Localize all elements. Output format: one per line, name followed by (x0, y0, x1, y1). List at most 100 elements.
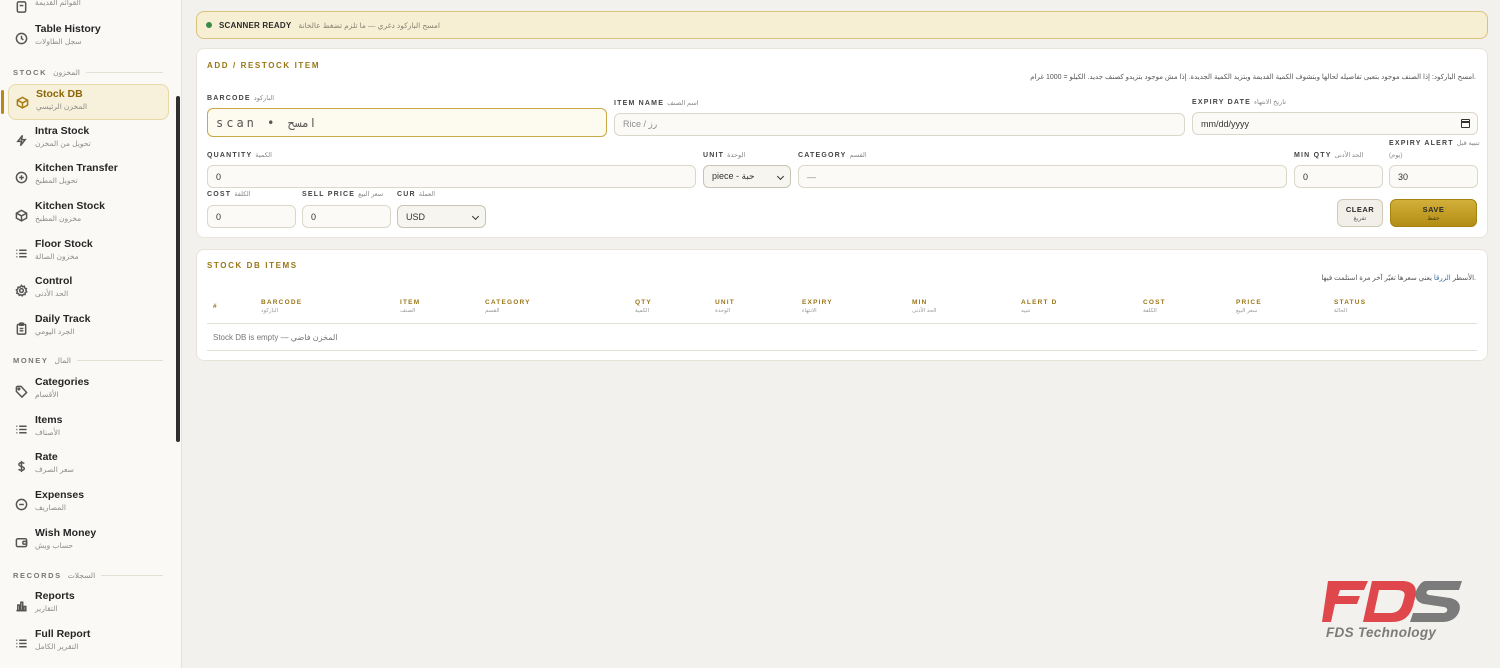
calendar-icon[interactable] (1461, 119, 1470, 128)
column-header-category[interactable]: CATEGORY القسم (485, 298, 531, 316)
sidebar-item-kitchen-transfer[interactable]: Kitchen Transfer تحويل المطبخ (8, 159, 169, 195)
sidebar-item-sub: الأصناف (35, 428, 61, 437)
table-help-note: الأسطر الزرقا يعني سعرها تغيّر آخر مرة ا… (1321, 274, 1476, 282)
item-name-input[interactable]: Rice / رز (614, 113, 1185, 136)
sidebar-item-label: Kitchen Stock (35, 200, 106, 212)
column-header-barcode[interactable]: BARCODE الباركود (261, 298, 302, 316)
sidebar: القوائم القديمة Table History سجل الطاولا… (0, 0, 182, 668)
fds-logo-mark (1322, 581, 1462, 622)
sidebar-item-label: Rate (35, 451, 58, 463)
fds-logo-caption: FDS Technology (1326, 625, 1437, 640)
min-qty-input[interactable]: 0 (1294, 165, 1383, 188)
section-label-ar: المال (54, 356, 71, 365)
barcode-label: BARCODE الباركود (207, 95, 275, 102)
section-label-en: MONEY (13, 356, 49, 365)
table-header-divider (207, 323, 1477, 324)
sidebar-item-sub: حساب ويش (35, 541, 74, 550)
card-title: ADD / RESTOCK ITEM (207, 61, 321, 70)
sidebar-item-label: Categories (35, 376, 90, 388)
column-header-cost[interactable]: COST الكلفة (1143, 298, 1166, 316)
sidebar-item-label: Wish Money (35, 527, 97, 539)
sidebar-item-label: Expenses (35, 489, 85, 501)
column-header-min[interactable]: MIN الحد الأدنى (912, 298, 936, 316)
plus-circle-icon (14, 170, 28, 184)
sell-price-label: SELL PRICE سعر البيع (302, 191, 384, 198)
sidebar-item-floor-stock[interactable]: Floor Stock مخزون الصالة (8, 235, 169, 271)
sidebar-item-sub: التقارير (35, 604, 58, 613)
cost-label: COST الكلفة (207, 191, 251, 198)
category-label: CATEGORY القسم (798, 152, 867, 159)
wallet-icon (14, 535, 28, 549)
currency-select[interactable]: USD (397, 205, 486, 228)
column-header-status[interactable]: STATUS الحالة (1334, 298, 1366, 316)
column-header-item[interactable]: ITEM الصنف (400, 298, 420, 316)
sidebar-item-sub: سعر الصرف (35, 465, 74, 474)
sidebar-item-control[interactable]: Control الحد الأدنى (8, 272, 169, 308)
list-icon (14, 422, 28, 436)
sidebar-item-label: Reports (35, 590, 75, 602)
sidebar-item-items[interactable]: Items الأصناف (8, 411, 169, 447)
sidebar-item-label: Kitchen Transfer (35, 162, 118, 174)
section-label-ar: المخزون (53, 68, 80, 77)
scanner-hint: امسح الباركود دغري — ما تلزم تضغط عالخان… (298, 20, 440, 30)
section-label-money: MONEY المال (13, 356, 163, 365)
sidebar-item-daily-track[interactable]: Daily Track الجرد اليومي (8, 310, 169, 346)
sidebar-item-full-report[interactable]: Full Report التقرير الكامل (8, 625, 169, 661)
sidebar-item-intra-stock[interactable]: Intra Stock تحويل من المخزن (8, 122, 169, 158)
sidebar-item-label: Control (35, 275, 73, 287)
min-qty-label: MIN QTY الحد الأدنى (1294, 152, 1364, 159)
box-icon (15, 95, 29, 109)
category-input[interactable]: — (798, 165, 1287, 188)
sidebar-scrollbar[interactable] (176, 96, 180, 442)
sidebar-item-sub: مخزون الصالة (35, 252, 79, 261)
unit-select[interactable]: piece - حبة (703, 165, 791, 188)
quantity-input[interactable]: 0 (207, 165, 696, 188)
expiry-date-label: EXPIRY DATE تاريخ الانتهاء (1192, 99, 1287, 106)
sidebar-item-table-history[interactable]: Table History سجل الطاولات (8, 20, 169, 56)
scanner-status: SCANNER READY (219, 20, 292, 30)
minus-circle-icon (14, 497, 28, 511)
section-label-ar: السجلات (67, 571, 96, 580)
sidebar-item-wish-money[interactable]: Wish Money حساب ويش (8, 524, 169, 560)
sell-price-input[interactable]: 0 (302, 205, 391, 228)
cost-input[interactable]: 0 (207, 205, 296, 228)
bar-chart-icon (14, 598, 28, 612)
section-divider (101, 575, 163, 576)
sidebar-item-reports[interactable]: Reports التقارير (8, 587, 169, 623)
sidebar-item-label: Floor Stock (35, 238, 93, 250)
table-row-divider (207, 350, 1477, 351)
stock-db-items-card: STOCK DB ITEMS الأسطر الزرقا يعني سعرها … (196, 249, 1488, 361)
sidebar-item-categories[interactable]: Categories الأقسام (8, 373, 169, 409)
sidebar-item-sub: الحد الأدنى (35, 289, 69, 298)
sidebar-item-label: Intra Stock (35, 125, 90, 137)
section-label-en: RECORDS (13, 571, 62, 580)
sidebar-item-stock-db[interactable]: Stock DB المخزن الرئيسي (1, 84, 169, 120)
sidebar-item-sub: المخزن الرئيسي (36, 102, 88, 111)
expiry-alert-input[interactable]: 30 (1389, 165, 1478, 188)
expiry-date-input[interactable]: mm/dd/yyyy (1192, 112, 1478, 135)
column-header-qty[interactable]: QTY الكمية (635, 298, 652, 316)
gear-icon (14, 283, 28, 297)
expiry-alert-unit: (يوم) (1389, 152, 1403, 159)
save-button[interactable]: SAVE حفظ (1390, 199, 1477, 227)
column-header-price[interactable]: PRICE سعر البيع (1236, 298, 1262, 316)
sidebar-item-label: Stock DB (36, 88, 83, 100)
column-header-index[interactable]: # (213, 302, 218, 311)
sidebar-item-sub: تحويل من المخزن (35, 139, 91, 148)
column-header-unit[interactable]: UNIT الوحدة (715, 298, 735, 316)
save-button-label: SAVE (1422, 205, 1445, 214)
clear-button[interactable]: CLEAR تفريغ (1337, 199, 1383, 227)
sidebar-item-expenses[interactable]: Expenses المصاريف (8, 486, 169, 522)
column-header-alert-days[interactable]: ALERT D تنبيه (1021, 298, 1058, 316)
sidebar-item-kitchen-stock[interactable]: Kitchen Stock مخزون المطبخ (8, 197, 169, 233)
barcode-input[interactable]: scan • امسح (207, 108, 607, 137)
unit-label: UNIT الوحدة (703, 152, 746, 159)
section-divider (76, 360, 163, 361)
unit-value: piece - حبة (712, 171, 755, 181)
list-icon (14, 636, 28, 650)
column-header-expiry[interactable]: EXPIRY الانتهاء (802, 298, 833, 316)
sidebar-item-rate[interactable]: Rate سعر الصرف (8, 448, 169, 484)
sidebar-item-label: Daily Track (35, 313, 91, 325)
bolt-icon (14, 133, 28, 147)
scanner-banner: SCANNER READY امسح الباركود دغري — ما تل… (196, 11, 1488, 39)
